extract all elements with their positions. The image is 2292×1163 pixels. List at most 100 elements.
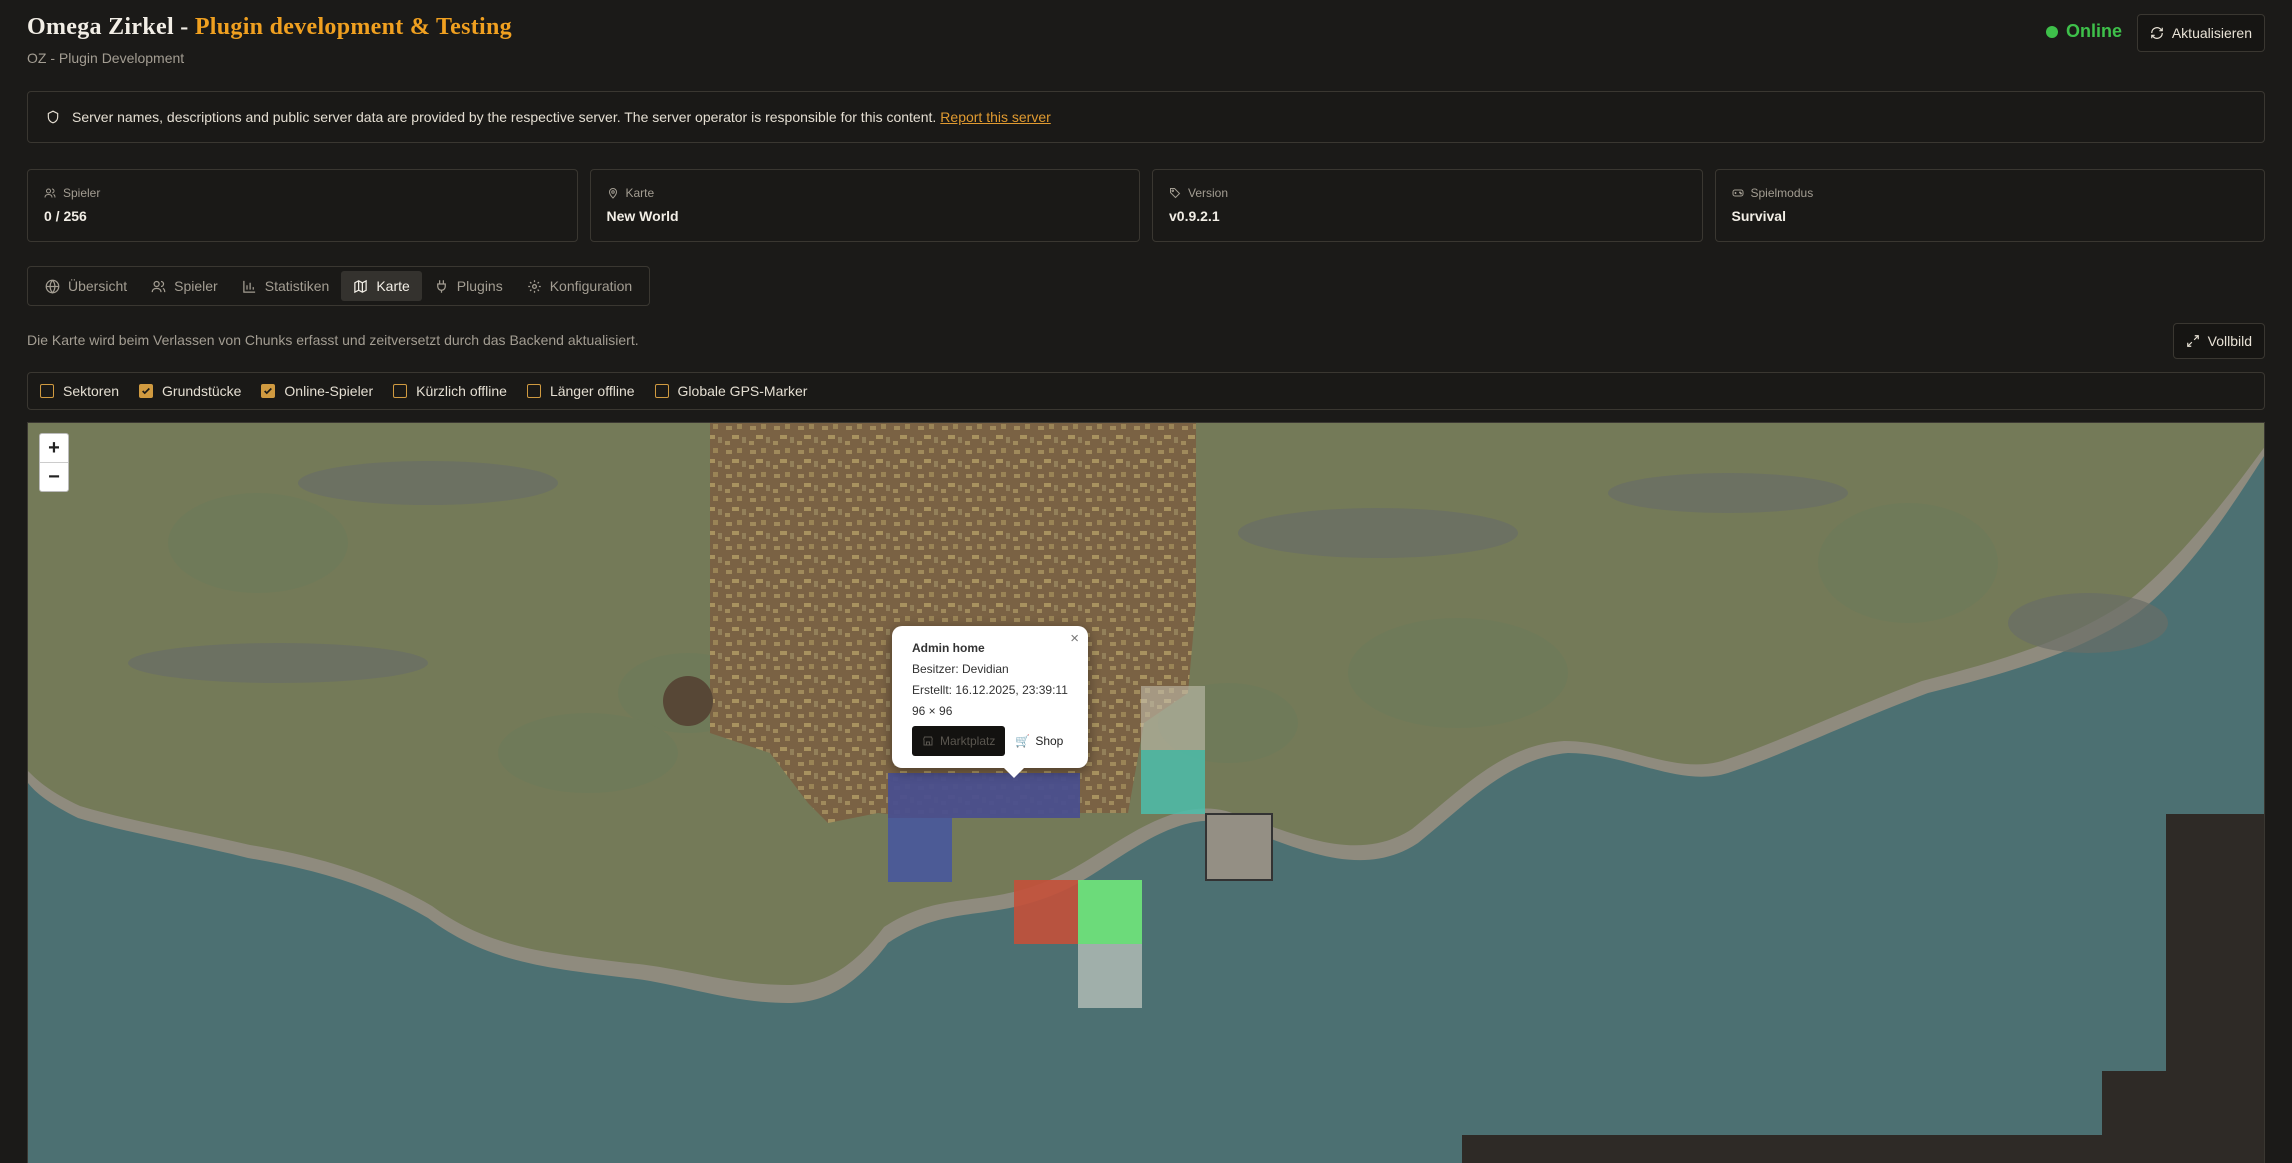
plug-icon [436,279,446,293]
claim-teal [1141,750,1205,814]
marketplace-button[interactable]: Marktplatz [912,726,1006,756]
tab-label: Karte [376,278,410,294]
content-notice: Server names, descriptions and public se… [27,91,2265,143]
tab-bar: Übersicht Spieler Statistiken Karte Plug… [27,266,651,306]
fullscreen-label: Vollbild [2207,333,2252,349]
claim-admin-home [888,773,1080,818]
popup-created: Erstellt: 16.12.2025, 23:39:11 [912,683,1068,697]
checkbox-checked[interactable] [139,384,154,398]
tab-label: Übersicht [68,278,128,294]
info-cards: Spieler 0 / 256 Karte New World Version … [27,169,2265,242]
tab-konfiguration[interactable]: Konfiguration [515,271,645,301]
claim-blue-small [888,818,952,882]
users-icon [151,280,166,292]
card-label: Version [1188,186,1229,200]
filter-label: Länger offline [549,383,635,399]
card-version: Version v0.9.2.1 [1152,169,1703,242]
filter-grundstuecke[interactable]: Grundstücke [139,383,241,399]
popup-actions: Marktplatz 🛒 Shop [912,726,1068,756]
check-icon [142,387,150,395]
page-header: Omega Zirkel - Plugin development & Test… [27,14,2265,74]
gear-icon [527,279,541,293]
globe-icon [45,279,60,294]
gamepad-icon [1732,189,1743,197]
tab-label: Spieler [174,278,218,294]
popup-tip [1004,768,1024,778]
notice-text: Server names, descriptions and public se… [72,109,937,125]
tab-statistiken[interactable]: Statistiken [230,271,342,301]
check-icon [264,387,273,395]
card-value: 0 / 256 [44,208,87,224]
map-layer-filters: Sektoren Grundstücke Online-Spieler Kürz… [27,372,2265,410]
card-players: Spieler 0 / 256 [27,169,578,242]
filter-label: Sektoren [63,383,120,399]
zoom-control: + − [39,433,69,492]
card-map: Karte New World [589,169,1140,242]
world-map[interactable]: + − × Admin home Besitzer: Devidian Erst… [27,422,2265,1163]
refresh-button[interactable]: Aktualisieren [2136,14,2265,52]
claim-popup: × Admin home Besitzer: Devidian Erstellt… [892,626,1088,778]
zoom-in-button[interactable]: + [40,434,68,462]
cart-icon: 🛒 [1015,733,1031,748]
checkbox[interactable] [526,384,541,398]
claim-green [1078,880,1142,944]
tag-icon [1170,188,1181,199]
popup-title: Admin home [912,641,985,655]
expand-icon [2186,335,2199,347]
checkbox[interactable] [393,384,408,398]
map-icon [354,279,368,293]
refresh-label: Aktualisieren [2171,25,2252,41]
tab-spieler[interactable]: Spieler [139,271,230,301]
shop-link[interactable]: 🛒 Shop [1015,731,1063,752]
filter-gps-marker[interactable]: Globale GPS-Marker [654,383,808,399]
title-main: Omega Zirkel - [27,14,195,40]
card-label: Karte [625,186,655,200]
card-value: New World [606,208,679,224]
filter-label: Kürzlich offline [416,383,507,399]
map-pin-icon [608,188,617,199]
fullscreen-button[interactable]: Vollbild [2172,323,2265,359]
report-server-link[interactable]: Report this server [940,109,1050,125]
status-indicator: Online [2045,21,2122,42]
filter-online-spieler[interactable]: Online-Spieler [261,383,373,399]
map-hint: Die Karte wird beim Verlassen von Chunks… [27,332,639,348]
filter-label: Grundstücke [162,383,242,399]
map-terrain [28,423,2264,1163]
users-icon [44,188,56,198]
tab-karte[interactable]: Karte [341,271,422,301]
card-value: Survival [1731,208,1786,224]
card-value: v0.9.2.1 [1169,208,1220,224]
refresh-icon [2151,27,2163,39]
page-subtitle: OZ - Plugin Development [27,50,185,66]
store-icon [923,736,933,746]
filter-label: Online-Spieler [284,383,374,399]
filter-kuerzlich-offline[interactable]: Kürzlich offline [393,383,507,399]
status-dot-icon [2045,25,2058,38]
tab-plugins[interactable]: Plugins [422,271,515,301]
page-title: Omega Zirkel - Plugin development & Test… [27,14,2265,41]
card-gamemode: Spielmodus Survival [1714,169,2265,242]
bar-chart-icon [242,280,255,293]
card-label: Spielmodus [1750,186,1814,200]
title-accent: Plugin development & Testing [194,14,512,40]
tab-uebersicht[interactable]: Übersicht [33,271,139,301]
shop-label: Shop [1035,733,1064,748]
claim-outline [1205,813,1273,881]
marketplace-label: Marktplatz [940,733,996,748]
popup-owner: Besitzer: Devidian [912,662,1009,676]
filter-label: Globale GPS-Marker [677,383,808,399]
tab-label: Plugins [456,278,503,294]
claim-white [1078,944,1142,1008]
card-label: Spieler [63,186,101,200]
claim-red [1014,880,1078,944]
zoom-out-button[interactable]: − [40,462,68,491]
crater [663,676,713,726]
checkbox[interactable] [40,384,54,398]
filter-laenger-offline[interactable]: Länger offline [526,383,635,399]
filter-sektoren[interactable]: Sektoren [40,383,119,399]
status-text: Online [2065,21,2122,41]
checkbox-checked[interactable] [261,384,276,398]
close-icon[interactable]: × [1070,628,1079,649]
tab-label: Statistiken [264,278,330,294]
checkbox[interactable] [654,384,669,398]
